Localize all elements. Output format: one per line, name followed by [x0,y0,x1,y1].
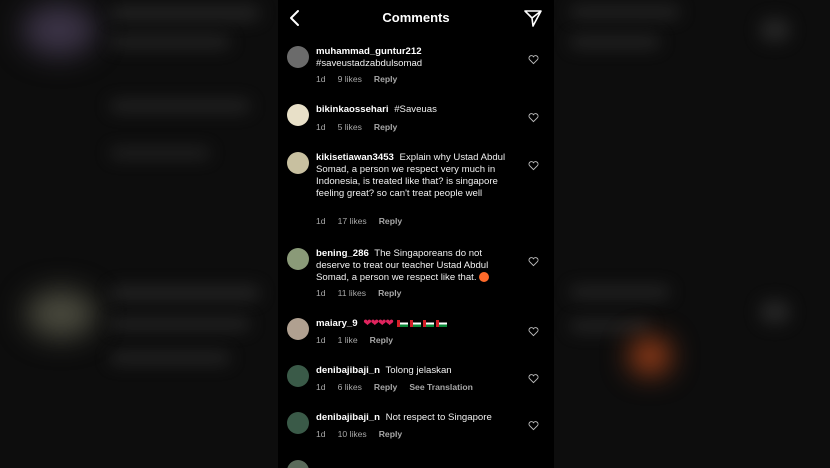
comment-item: bening_286 The Singaporeans do not deser… [278,248,554,300]
avatar[interactable] [287,248,309,270]
see-translation-button[interactable]: See Translation [409,382,473,392]
flag-emoji-icon [423,319,435,327]
avatar[interactable] [287,104,309,126]
comment-username[interactable]: muhammad_guntur212 [316,46,422,57]
avatar[interactable] [287,152,309,174]
comment-username[interactable]: bikinkaossehari [316,104,389,115]
comment-username[interactable]: maiary_9 [316,318,358,330]
comment-time: 1d [316,288,326,298]
comment-meta: 1d 9 likes Reply [316,74,409,84]
page-title: Comments [382,10,450,25]
comment-text: Not respect to Singapore [385,412,492,423]
reply-button[interactable]: Reply [378,288,401,298]
heart-icon[interactable] [528,256,539,267]
comment-text: #saveustadzabdulsomad [316,58,423,69]
comment-meta: 1d 6 likes Reply See Translation [316,382,485,392]
comment-username[interactable]: bening_286 [316,248,369,259]
comments-header: Comments [278,0,554,36]
comment-likes[interactable]: 9 likes [338,74,362,84]
comment-likes[interactable]: 10 likes [338,429,367,439]
comment-time: 1d [316,382,326,392]
reply-button[interactable]: Reply [374,122,397,132]
flag-emoji-icon [436,319,448,327]
reply-button[interactable]: Reply [374,74,397,84]
comment-meta: 1d 17 likes Reply [316,216,414,226]
comment-item: denibajibaji_n Tolong jelaskan 1d 6 likes… [278,365,554,397]
heart-icon[interactable] [528,160,539,171]
avatar[interactable] [287,318,309,340]
angry-face-emoji-icon [479,272,490,283]
flag-emoji-icon [410,319,422,327]
comment-likes[interactable]: 6 likes [338,382,362,392]
heart-icon[interactable] [528,326,539,337]
comment-meta: 1d 11 likes Reply [316,288,413,298]
heart-icon[interactable] [528,373,539,384]
comment-username[interactable]: denibajibaji_n [316,412,380,423]
heart-icon[interactable] [528,54,539,65]
comment-likes[interactable]: 5 likes [338,122,362,132]
avatar[interactable] [287,412,309,434]
comment-text: Tolong jelaskan [385,365,452,376]
comment-text: #Saveuas [394,104,437,115]
comment-meta: 1d 5 likes Reply [316,122,409,132]
comment-likes[interactable]: 17 likes [338,216,367,226]
reply-button[interactable]: Reply [379,216,402,226]
comment-username[interactable]: denibajibaji_n [316,365,380,376]
comment-likes[interactable]: 1 like [338,335,358,345]
comment-time: 1d [316,335,326,345]
comment-time: 1d [316,122,326,132]
reply-button[interactable]: Reply [370,335,393,345]
comment-item: kikisetiawan3453 Explain why Ustad Abdul… [278,152,554,232]
comment-meta: 1d 10 likes Reply [316,429,414,439]
comments-screen: Comments muhammad_guntur212 #saveustadza… [278,0,554,468]
reply-button[interactable]: Reply [379,429,402,439]
heart-icon[interactable] [528,112,539,123]
comment-item: maiary_9 ❤❤❤❤ 1d 1 like Reply [278,318,554,350]
comment-item-partial [278,460,554,468]
comment-username[interactable]: kikisetiawan3453 [316,152,394,163]
comment-time: 1d [316,429,326,439]
comment-item: bikinkaossehari #Saveuas 1d 5 likes Reply [278,104,554,138]
flag-emoji-icon [397,319,409,327]
reply-button[interactable]: Reply [374,382,397,392]
send-icon[interactable] [522,7,544,29]
heart-icon[interactable] [528,420,539,431]
comment-time: 1d [316,74,326,84]
avatar[interactable] [287,460,309,468]
comment-item: muhammad_guntur212 #saveustadzabdulsomad… [278,46,554,90]
comment-item: denibajibaji_n Not respect to Singapore … [278,412,554,444]
comment-meta: 1d 1 like Reply [316,335,405,345]
comment-likes[interactable]: 11 likes [338,288,367,298]
avatar[interactable] [287,46,309,68]
red-heart-emoji-icon: ❤❤❤❤ [363,318,393,329]
avatar[interactable] [287,365,309,387]
comment-time: 1d [316,216,326,226]
